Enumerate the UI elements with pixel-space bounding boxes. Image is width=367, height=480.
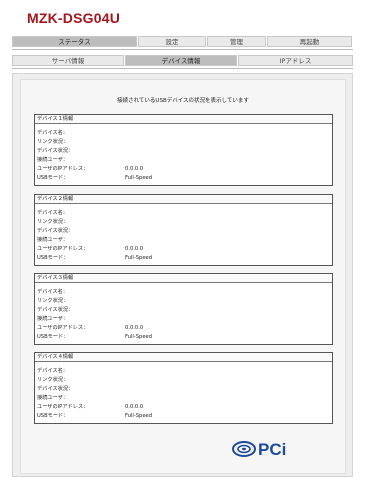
sub-tab-divider bbox=[12, 68, 353, 69]
logo-text: PCi bbox=[258, 440, 286, 459]
user-ip-row: ユーザのIPアドレス： 0.0.0.0 bbox=[37, 404, 144, 410]
app-title: MZK-DSG04U bbox=[27, 10, 121, 26]
tab-device-info[interactable]: デバイス情報 bbox=[125, 55, 237, 66]
device-header: デバイス３情報 bbox=[35, 274, 332, 283]
device-name-row: デバイス名： bbox=[37, 289, 68, 295]
device-name-row: デバイス名： bbox=[37, 130, 68, 136]
user-ip-row: ユーザのIPアドレス： 0.0.0.0 bbox=[37, 166, 144, 172]
tab-ip-address[interactable]: IPアドレス bbox=[238, 55, 353, 66]
link-status-row: リンク状況： bbox=[37, 377, 69, 383]
device-status-row: デバイス状況： bbox=[37, 228, 74, 234]
tab-server-info[interactable]: サーバ情報 bbox=[12, 55, 124, 66]
pci-logo-icon: PCi bbox=[232, 440, 286, 459]
usb-mode-row: USBモード： Full-Speed bbox=[37, 334, 153, 340]
connected-user-row: 接続ユーザ： bbox=[37, 157, 69, 163]
connected-user-row: 接続ユーザ： bbox=[37, 395, 69, 401]
device-status-row: デバイス状況： bbox=[37, 386, 74, 392]
device-name-row: デバイス名： bbox=[37, 210, 68, 216]
tab-management[interactable]: 管理 bbox=[207, 36, 266, 47]
device-3-info-box: デバイス３情報 デバイス名： リンク状況： デバイス状況： 接続ユーザ： ユーザ… bbox=[34, 273, 333, 345]
device-2-info-box: デバイス２情報 デバイス名： リンク状況： デバイス状況： 接続ユーザ： ユーザ… bbox=[34, 194, 333, 266]
tab-status[interactable]: ステータス bbox=[12, 36, 137, 47]
user-ip-row: ユーザのIPアドレス： 0.0.0.0 bbox=[37, 325, 144, 331]
device-status-row: デバイス状況： bbox=[37, 148, 74, 154]
status-message: 接続されているUSBデバイスの状況を表示しています bbox=[117, 98, 249, 104]
link-status-row: リンク状況： bbox=[37, 219, 69, 225]
connected-user-row: 接続ユーザ： bbox=[37, 316, 69, 322]
link-status-row: リンク状況： bbox=[37, 139, 69, 145]
device-1-info-box: デバイス１情報 デバイス名： リンク状況： デバイス状況： 接続ユーザ： ユーザ… bbox=[34, 114, 333, 186]
content-inner: 接続されているUSBデバイスの状況を表示しています デバイス１情報 デバイス名：… bbox=[20, 79, 346, 474]
usb-mode-row: USBモード： Full-Speed bbox=[37, 255, 153, 261]
device-status-row: デバイス状況： bbox=[37, 307, 74, 313]
content-panel: 接続されているUSBデバイスの状況を表示しています デバイス１情報 デバイス名：… bbox=[12, 73, 353, 477]
sub-tab-bar: サーバ情報 デバイス情報 IPアドレス bbox=[12, 55, 353, 66]
device-4-info-box: デバイス４情報 デバイス名： リンク状況： デバイス状況： 接続ユーザ： ユーザ… bbox=[34, 352, 333, 424]
usb-mode-row: USBモード： Full-Speed bbox=[37, 413, 153, 419]
device-header: デバイス１情報 bbox=[35, 115, 332, 124]
user-ip-row: ユーザのIPアドレス： 0.0.0.0 bbox=[37, 246, 144, 252]
device-name-row: デバイス名： bbox=[37, 368, 68, 374]
tab-reboot[interactable]: 再起動 bbox=[267, 36, 352, 47]
device-header: デバイス４情報 bbox=[35, 353, 332, 362]
link-status-row: リンク状況： bbox=[37, 298, 69, 304]
connected-user-row: 接続ユーザ： bbox=[37, 237, 69, 243]
device-header: デバイス２情報 bbox=[35, 195, 332, 204]
tab-settings[interactable]: 設定 bbox=[138, 36, 206, 47]
usb-mode-row: USBモード： Full-Speed bbox=[37, 175, 153, 181]
main-tab-bar: ステータス 設定 管理 再起動 bbox=[12, 36, 353, 47]
main-tab-divider bbox=[12, 49, 353, 50]
